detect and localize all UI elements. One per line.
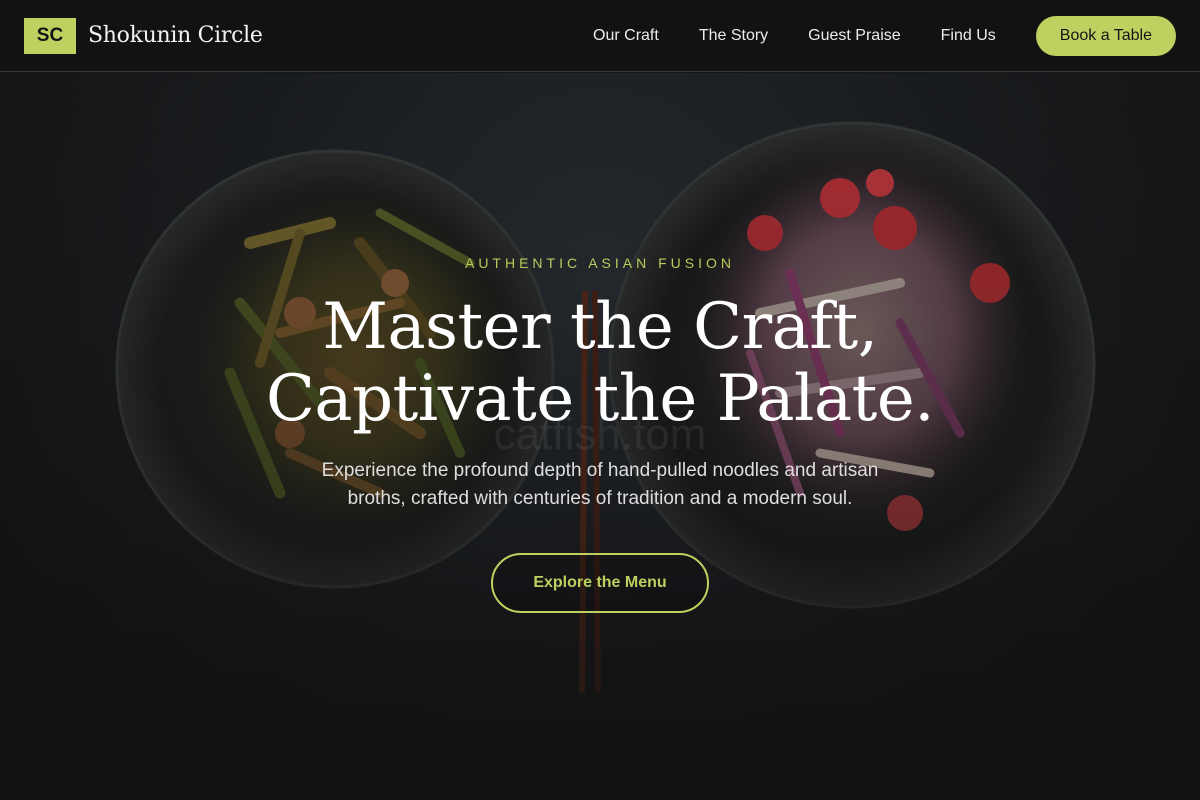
book-table-button[interactable]: Book a Table (1035, 15, 1176, 56)
page: SC Shokunin Circle Our Craft The Story G… (0, 0, 1200, 800)
brand-name: Shokunin Circle (88, 23, 263, 48)
hero-section: catfish.tom AUTHENTIC ASIAN FUSION Maste… (0, 73, 1200, 800)
headline-line-1: Master the Craft, (322, 290, 878, 364)
logo-mark: SC (24, 17, 76, 54)
subtext-line-2: broths, crafted with centuries of tradit… (347, 488, 853, 509)
nav-guest-praise[interactable]: Guest Praise (808, 27, 900, 45)
brand-logo-link[interactable]: SC Shokunin Circle (24, 17, 263, 54)
hero-eyebrow: AUTHENTIC ASIAN FUSION (464, 255, 736, 271)
nav-find-us[interactable]: Find Us (941, 27, 996, 45)
hero-subtext: Experience the profound depth of hand-pu… (270, 457, 930, 513)
headline-line-2: Captivate the Palate. (265, 362, 935, 436)
main-nav: Our Craft The Story Guest Praise Find Us… (593, 15, 1176, 56)
explore-menu-button[interactable]: Explore the Menu (491, 553, 709, 613)
hero-headline: Master the Craft, Captivate the Palate. (0, 291, 1200, 435)
subtext-line-1: Experience the profound depth of hand-pu… (321, 460, 879, 481)
nav-the-story[interactable]: The Story (699, 27, 768, 45)
site-header: SC Shokunin Circle Our Craft The Story G… (0, 0, 1200, 72)
nav-our-craft[interactable]: Our Craft (593, 27, 659, 45)
